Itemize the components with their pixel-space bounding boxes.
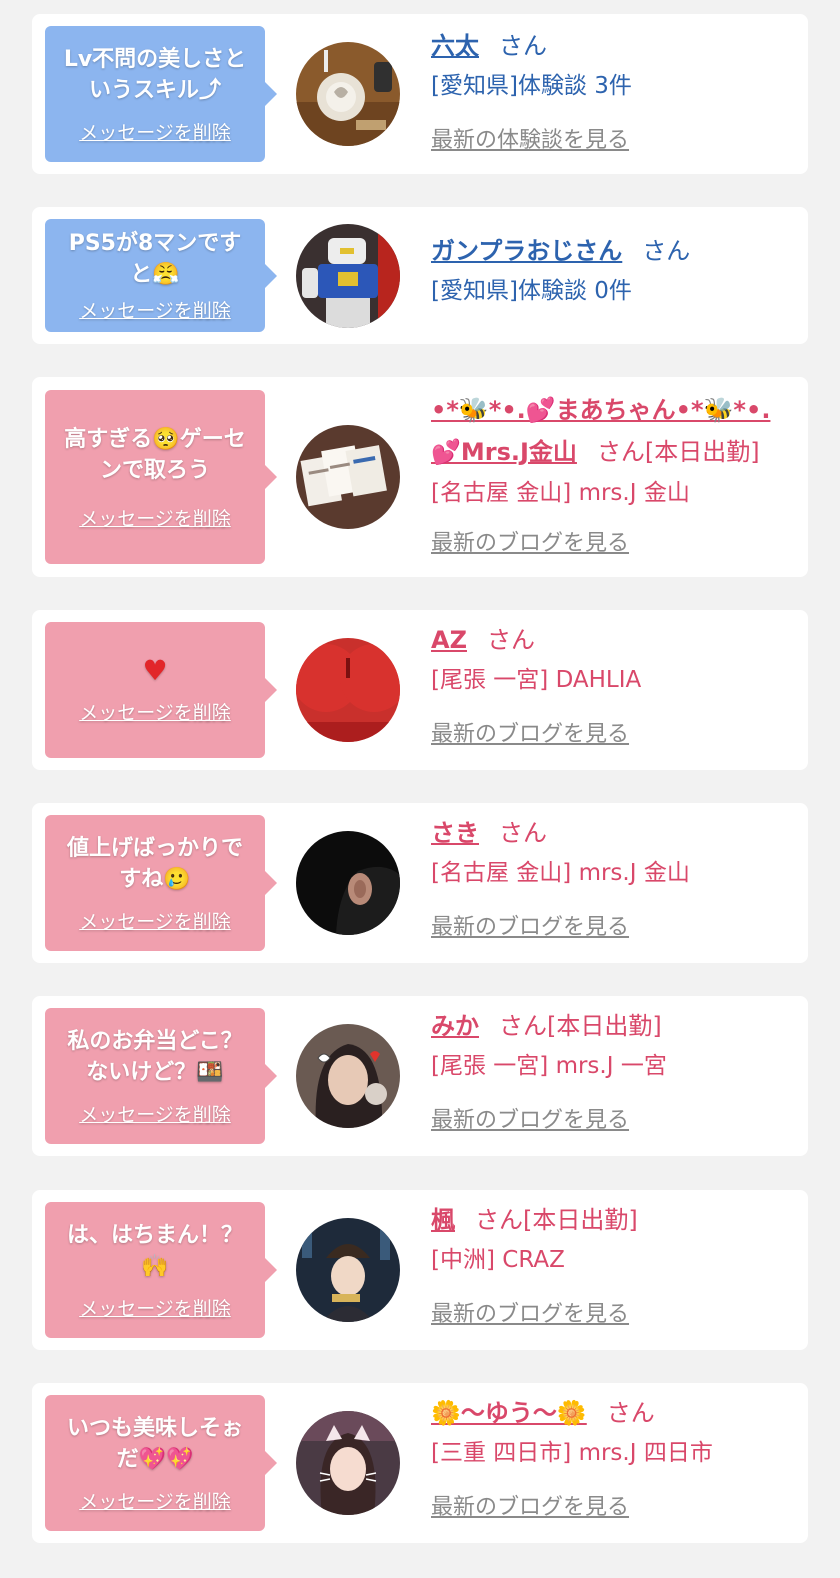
sender-name-link[interactable]: 楓: [431, 1206, 455, 1234]
heart-icon: ♥: [142, 654, 168, 687]
sender-detail: [愛知県]体験談 0件: [431, 278, 632, 304]
delete-message-link[interactable]: メッセージを削除: [79, 698, 231, 725]
delete-message-link[interactable]: メッセージを削除: [79, 1100, 231, 1127]
sender-info: さき さん [名古屋 金山] mrs.J 金山 最新のブログを見る: [431, 813, 800, 941]
message-text: Lv不問の美しさと いうスキル⤴: [64, 44, 246, 106]
sender-info: 六太 さん [愛知県]体験談 3件 最新の体験談を見る: [431, 26, 800, 154]
honorific: さん: [499, 32, 547, 60]
message-line: と😤: [130, 262, 180, 287]
delete-message-link[interactable]: メッセージを削除: [79, 504, 231, 531]
message-bubble: 高すぎる🥺ゲーセ ンで取ろう メッセージを削除: [45, 390, 277, 564]
sender-info: ガンプラおじさん さん [愛知県]体験談 0件: [431, 231, 800, 311]
delete-message-link[interactable]: メッセージを削除: [79, 907, 231, 934]
sender-detail: [尾張 一宮] DAHLIA: [431, 667, 642, 693]
delete-message-link[interactable]: メッセージを削除: [79, 1294, 231, 1321]
honorific: さん[本日出勤]: [475, 1206, 638, 1234]
message-text: 値上げばっかりで すね🥲: [67, 833, 243, 895]
message-line: PS5が8マンです: [68, 231, 242, 256]
message-text: PS5が8マンです と😤: [69, 228, 242, 290]
sender-detail: [三重 四日市] mrs.J 四日市: [431, 1440, 713, 1466]
message-text: いつも美味しそぉ だ💖💖: [67, 1413, 243, 1475]
sender-detail: [名古屋 金山] mrs.J 金山: [431, 480, 690, 506]
latest-review-link[interactable]: 最新の体験談を見る: [431, 122, 629, 154]
sender-detail: [尾張 一宮] mrs.J 一宮: [431, 1053, 667, 1079]
sender-info: •*🐝*•.💕まあちゃん•*🐝*•. 💕Mrs.J金山 さん[本日出勤] [名古屋…: [431, 389, 800, 557]
avatar[interactable]: [296, 831, 400, 935]
message-bubble: ♥ メッセージを削除: [45, 622, 277, 758]
avatar[interactable]: [296, 42, 400, 146]
sender-detail: [中洲] CRAZ: [431, 1247, 565, 1273]
message-line: すね🥲: [119, 866, 191, 892]
honorific: さん: [642, 237, 691, 265]
message-bubble: Lv不問の美しさと いうスキル⤴ メッセージを削除: [45, 26, 277, 162]
honorific: さん[本日出勤]: [499, 1012, 662, 1040]
latest-blog-link[interactable]: 最新のブログを見る: [431, 1296, 629, 1328]
message-line: いうスキル⤴: [88, 77, 221, 103]
sender-name-link[interactable]: みか: [431, 1012, 479, 1040]
message-line: 私のお弁当どこ？: [67, 1028, 243, 1054]
avatar[interactable]: [296, 224, 400, 328]
latest-blog-link[interactable]: 最新のブログを見る: [431, 525, 629, 557]
message-list: Lv不問の美しさと いうスキル⤴ メッセージを削除 六太 さん [愛知県]体験談 …: [0, 0, 840, 1578]
honorific: さん: [606, 1399, 655, 1427]
avatar[interactable]: [296, 425, 400, 529]
latest-blog-link[interactable]: 最新のブログを見る: [431, 1102, 629, 1134]
avatar[interactable]: [296, 1218, 400, 1322]
message-card: ♥ メッセージを削除 AZ さん [尾張 一宮] DAHLIA 最新のブログを見る: [32, 610, 808, 770]
sender-name-link[interactable]: 💕Mrs.J金山: [431, 438, 577, 466]
message-card: 私のお弁当どこ？ ないけど？🍱 メッセージを削除 みか さん[本日出勤] [尾張 …: [32, 996, 808, 1156]
message-bubble: PS5が8マンです と😤 メッセージを削除: [45, 219, 277, 332]
avatar[interactable]: [296, 638, 400, 742]
message-card: は、はちまん！？ 🙌 メッセージを削除 楓さん[本日出勤] [中洲] CRAZ …: [32, 1190, 808, 1350]
sender-info: AZ さん [尾張 一宮] DAHLIA 最新のブログを見る: [431, 620, 800, 748]
avatar[interactable]: [296, 1024, 400, 1128]
sender-name-link[interactable]: AZ: [431, 626, 467, 654]
message-text: は、はちまん！？ 🙌: [67, 1220, 243, 1282]
message-bubble: は、はちまん！？ 🙌 メッセージを削除: [45, 1202, 277, 1338]
honorific: さん: [486, 626, 535, 654]
delete-message-link[interactable]: メッセージを削除: [79, 118, 231, 145]
sender-info: 楓さん[本日出勤] [中洲] CRAZ 最新のブログを見る: [431, 1200, 800, 1328]
sender-detail: [愛知県]体験談 3件: [431, 73, 632, 99]
honorific: さん[本日出勤]: [596, 438, 760, 466]
message-text: ♥: [142, 655, 167, 686]
message-card: いつも美味しそぉ だ💖💖 メッセージを削除 🌼〜ゆう〜🌼 さん [三重 四日市] …: [32, 1383, 808, 1543]
delete-message-link[interactable]: メッセージを削除: [79, 296, 231, 323]
latest-blog-link[interactable]: 最新のブログを見る: [431, 716, 629, 748]
message-line: ないけど？🍱: [86, 1059, 224, 1085]
latest-blog-link[interactable]: 最新のブログを見る: [431, 1489, 629, 1521]
message-line: だ💖💖: [116, 1446, 194, 1472]
message-card: Lv不問の美しさと いうスキル⤴ メッセージを削除 六太 さん [愛知県]体験談 …: [32, 14, 808, 174]
message-line: ンで取ろう: [99, 457, 210, 483]
message-text: 私のお弁当どこ？ ないけど？🍱: [67, 1026, 242, 1088]
message-bubble: 私のお弁当どこ？ ないけど？🍱 メッセージを削除: [45, 1008, 277, 1144]
message-card: PS5が8マンです と😤 メッセージを削除 ガンプラおじさん さん [愛知県]体験…: [32, 207, 808, 344]
message-bubble: 値上げばっかりで すね🥲 メッセージを削除: [45, 815, 277, 951]
message-bubble: いつも美味しそぉ だ💖💖 メッセージを削除: [45, 1395, 277, 1531]
message-line: いつも美味しそぉ: [66, 1415, 243, 1441]
sender-name-link[interactable]: 🌼〜ゆう〜🌼: [431, 1399, 587, 1427]
sender-name-link[interactable]: •*🐝*•.💕まあちゃん•*🐝*•.: [431, 396, 770, 424]
sender-name-link[interactable]: さき: [431, 819, 479, 847]
honorific: さん: [499, 819, 547, 847]
message-line: 値上げばっかりで: [66, 835, 243, 861]
sender-info: 🌼〜ゆう〜🌼 さん [三重 四日市] mrs.J 四日市 最新のブログを見る: [431, 1393, 800, 1521]
sender-name-link[interactable]: ガンプラおじさん: [431, 237, 622, 265]
latest-blog-link[interactable]: 最新のブログを見る: [431, 909, 629, 941]
sender-name-link[interactable]: 六太: [431, 32, 479, 60]
message-card: 値上げばっかりで すね🥲 メッセージを削除 さき さん [名古屋 金山] mrs.…: [32, 803, 808, 963]
message-line: 🙌: [141, 1253, 169, 1279]
message-line: は、はちまん！？: [66, 1222, 243, 1248]
message-card: 高すぎる🥺ゲーセ ンで取ろう メッセージを削除 •*🐝*•.💕まあちゃん•*🐝*…: [32, 377, 808, 577]
avatar[interactable]: [296, 1411, 400, 1515]
sender-info: みか さん[本日出勤] [尾張 一宮] mrs.J 一宮 最新のブログを見る: [431, 1006, 800, 1134]
sender-detail: [名古屋 金山] mrs.J 金山: [431, 860, 690, 886]
message-line: Lv不問の美しさと: [63, 46, 247, 72]
message-line: 高すぎる🥺ゲーセ: [64, 426, 246, 452]
delete-message-link[interactable]: メッセージを削除: [79, 1487, 231, 1514]
message-text: 高すぎる🥺ゲーセ ンで取ろう: [64, 424, 245, 486]
